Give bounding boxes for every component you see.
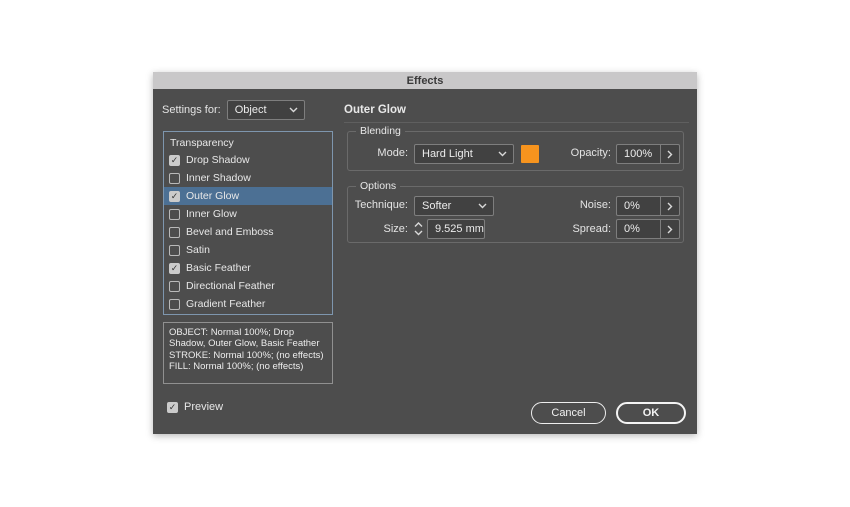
dialog-title: Effects — [406, 74, 444, 87]
list-item-label: Inner Shadow — [186, 172, 251, 184]
chevron-down-icon[interactable] — [414, 230, 423, 236]
effects-list-header: Transparency — [170, 137, 234, 149]
directional-feather-checkbox[interactable]: ✓ — [169, 280, 180, 292]
technique-label: Technique: — [354, 199, 408, 211]
opacity-slider-button[interactable] — [660, 145, 679, 163]
mode-select[interactable]: Hard Light — [414, 144, 514, 164]
chevron-down-icon — [498, 151, 507, 157]
drop-shadow-checkbox[interactable]: ✓ — [169, 154, 180, 166]
list-item-label: Basic Feather — [186, 262, 251, 274]
summary-line-object: OBJECT: Normal 100%; Drop Shadow, Outer … — [169, 327, 320, 350]
list-item-label: Gradient Feather — [186, 298, 266, 310]
list-item-label: Inner Glow — [186, 208, 237, 220]
list-item-outer-glow[interactable]: ✓ Outer Glow — [164, 187, 332, 205]
settings-for-value: Object — [234, 104, 267, 116]
list-item-satin[interactable]: ✓ Satin — [164, 241, 332, 259]
mode-value: Hard Light — [422, 148, 473, 160]
list-item-basic-feather[interactable]: ✓ Basic Feather — [164, 259, 332, 277]
list-item-label: Outer Glow — [186, 190, 240, 202]
list-item-drop-shadow[interactable]: ✓ Drop Shadow — [164, 151, 332, 169]
technique-value: Softer — [422, 200, 452, 212]
size-field[interactable]: 9.525 mm — [427, 219, 485, 239]
chevron-right-icon — [667, 225, 673, 233]
opacity-field[interactable]: 100% — [616, 144, 680, 164]
chevron-right-icon — [667, 150, 673, 158]
effects-dialog: Effects Settings for: Object Outer Glow … — [153, 72, 697, 434]
spread-label: Spread: — [572, 223, 611, 235]
size-stepper[interactable] — [412, 219, 425, 239]
options-legend: Options — [356, 180, 401, 192]
summary-line-stroke: STROKE: Normal 100%; (no effects) — [169, 349, 324, 361]
spread-field[interactable]: 0% — [616, 219, 680, 239]
gradient-feather-checkbox[interactable]: ✓ — [169, 298, 180, 310]
divider — [344, 122, 689, 123]
page-title: Outer Glow — [344, 104, 406, 116]
list-item-bevel-and-emboss[interactable]: ✓ Bevel and Emboss — [164, 223, 332, 241]
satin-checkbox[interactable]: ✓ — [169, 244, 180, 256]
summary-line-fill: FILL: Normal 100%; (no effects) — [169, 361, 304, 373]
effects-summary: OBJECT: Normal 100%; Drop Shadow, Outer … — [163, 322, 333, 384]
preview-label: Preview — [184, 401, 224, 413]
list-item-inner-shadow[interactable]: ✓ Inner Shadow — [164, 169, 332, 187]
opacity-label: Opacity: — [570, 147, 611, 159]
settings-for-row: Settings for: Object — [162, 100, 305, 120]
bevel-and-emboss-checkbox[interactable]: ✓ — [169, 226, 180, 238]
list-item-label: Drop Shadow — [186, 154, 250, 166]
color-swatch[interactable] — [521, 145, 539, 163]
settings-for-label: Settings for: — [162, 104, 221, 116]
mode-label: Mode: — [377, 147, 408, 159]
inner-shadow-checkbox[interactable]: ✓ — [169, 172, 180, 184]
spread-slider-button[interactable] — [660, 220, 679, 238]
check-icon: ✓ — [170, 154, 179, 165]
ok-button[interactable]: OK — [616, 402, 686, 424]
list-item-gradient-feather[interactable]: ✓ Gradient Feather — [164, 295, 332, 313]
blending-legend: Blending — [356, 125, 405, 137]
size-value: 9.525 mm — [435, 223, 484, 235]
dialog-body: Settings for: Object Outer Glow Transpar… — [153, 89, 697, 434]
noise-value: 0% — [624, 200, 640, 212]
outer-glow-checkbox[interactable]: ✓ — [169, 190, 180, 202]
noise-slider-button[interactable] — [660, 197, 679, 215]
inner-glow-checkbox[interactable]: ✓ — [169, 208, 180, 220]
check-icon: ✓ — [170, 190, 179, 201]
list-item-inner-glow[interactable]: ✓ Inner Glow — [164, 205, 332, 223]
chevron-down-icon — [289, 107, 298, 113]
chevron-up-icon[interactable] — [414, 222, 423, 228]
check-icon: ✓ — [170, 262, 179, 273]
list-item-directional-feather[interactable]: ✓ Directional Feather — [164, 277, 332, 295]
check-icon: ✓ — [168, 401, 177, 412]
size-label: Size: — [383, 223, 408, 235]
cancel-button[interactable]: Cancel — [531, 402, 606, 424]
dialog-titlebar[interactable]: Effects — [153, 72, 697, 89]
technique-select[interactable]: Softer — [414, 196, 494, 216]
noise-field[interactable]: 0% — [616, 196, 680, 216]
basic-feather-checkbox[interactable]: ✓ — [169, 262, 180, 274]
options-group: Options Technique: Softer Noise: 0% Size… — [347, 180, 684, 243]
chevron-down-icon — [478, 203, 487, 209]
list-item-label: Bevel and Emboss — [186, 226, 274, 238]
preview-checkbox[interactable]: ✓ — [167, 401, 178, 413]
preview-row: ✓ Preview — [167, 401, 223, 413]
settings-for-select[interactable]: Object — [226, 100, 305, 120]
blending-group: Blending Mode: Hard Light Opacity: 100% — [347, 125, 684, 171]
list-item-label: Satin — [186, 244, 210, 256]
spread-value: 0% — [624, 223, 640, 235]
chevron-right-icon — [667, 202, 673, 210]
noise-label: Noise: — [579, 199, 611, 211]
list-item-label: Directional Feather — [186, 280, 275, 292]
effects-list: Transparency ✓ Drop Shadow ✓ Inner Shado… — [163, 131, 333, 315]
opacity-value: 100% — [624, 148, 653, 160]
